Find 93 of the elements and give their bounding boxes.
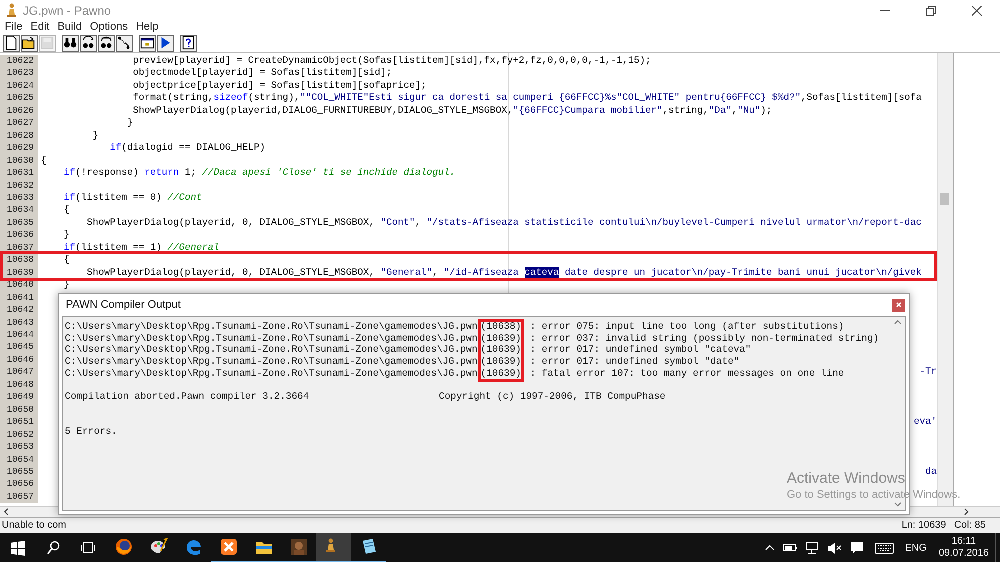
pawn-icon[interactable] xyxy=(316,533,351,562)
clock-time[interactable]: 16:11 xyxy=(952,536,976,548)
line-number: 10629 xyxy=(0,142,38,155)
line-number: 10651 xyxy=(0,416,38,429)
line-number: 10643 xyxy=(0,316,38,329)
line-number: 10642 xyxy=(0,304,38,317)
line-number: 10638 xyxy=(0,254,38,267)
code-line: { xyxy=(41,154,47,168)
scroll-left-icon[interactable] xyxy=(3,508,10,517)
line-number: 10627 xyxy=(0,117,38,130)
menu-item[interactable]: File xyxy=(2,21,26,34)
line-number: 10628 xyxy=(0,130,38,142)
close-button[interactable] xyxy=(892,298,905,312)
code-line: { xyxy=(63,204,70,217)
output-line: C:\Users\mary\Desktop\Rpg.Tsunami-Zone.Ro\Tsunami-Zone\gamemodes\JG.pwn (10639) : fatal error 107: too many error messages on one line xyxy=(65,368,846,380)
line-number: 10644 xyxy=(0,328,38,342)
line-number: 10631 xyxy=(0,167,38,180)
dialog-title: PAWN Compiler Output xyxy=(65,298,181,313)
line-number: 10650 xyxy=(0,404,38,416)
line-number: 10626 xyxy=(0,104,38,118)
activation-title: Activate Windows xyxy=(787,470,906,488)
output-result: 5 Errors. xyxy=(65,426,118,438)
line-number: 10656 xyxy=(0,478,38,491)
code-line: if(!response) return 1; //Daca apesi 'Close' ti se inchide dialogul. xyxy=(63,167,456,180)
menu-item[interactable]: Help xyxy=(133,21,162,34)
menu-item[interactable]: Build xyxy=(54,21,86,34)
line-number: 10653 xyxy=(0,441,38,454)
line-number: 10647 xyxy=(0,366,38,379)
line-number: 10645 xyxy=(0,341,38,354)
pawn-icon xyxy=(6,3,18,18)
output-copyright: Copyright (c) 1997-2006, ITB CompuPhase xyxy=(439,391,666,403)
line-number: 10636 xyxy=(0,229,38,242)
code-line: } xyxy=(92,130,99,142)
code-line: ShowPlayerDialog(playerid, 0, DIALOG_STYLE_MSGBOX, "Cont", "/stats-Afiseaza statisticile contului\n/buylevel-Cumperi nivelul urmator\n/report-dac xyxy=(86,216,922,230)
output-line: C:\Users\mary\Desktop\Rpg.Tsunami-Zone.Ro\Tsunami-Zone\gamemodes\JG.pwn (10638) : error 075: input line too long (after substitutions) xyxy=(65,321,891,333)
cursor-line: Ln: 10639 xyxy=(902,519,946,533)
code-line: format(string,sizeof(string),""COL_WHITE"Esti sigur ca doresti sa cumperi {66FFCC}%s"COL_WHITE" pentru{66FFCC} $%d?",Sofas[listitem][sofa xyxy=(132,92,922,105)
line-number: 10648 xyxy=(0,378,38,392)
code-line: { xyxy=(63,254,70,267)
code-line: if(listitem == 1) //General xyxy=(63,242,220,254)
code-line: eva' xyxy=(914,416,937,429)
help-icon[interactable] xyxy=(180,34,197,52)
code-line: ShowPlayerDialog(playerid,DIALOG_FURNITUREBUY,DIALOG_STYLE_MSGBOX,"{66FFCC}Cumpara mobilier",string,"Da","Nu"); xyxy=(132,104,772,118)
line-number: 10635 xyxy=(0,216,38,230)
close-icon xyxy=(894,301,902,309)
output-line: C:\Users\mary\Desktop\Rpg.Tsunami-Zone.Ro\Tsunami-Zone\gamemodes\JG.pwn (10639) : error 017: undefined symbol "cateva" xyxy=(65,344,752,356)
line-number: 10622 xyxy=(0,55,38,68)
menu-item[interactable]: Edit xyxy=(28,21,53,34)
code-line: da xyxy=(925,466,937,478)
line-number: 10657 xyxy=(0,490,38,504)
open-folder-icon[interactable] xyxy=(21,34,38,52)
new-file-icon[interactable] xyxy=(3,34,20,52)
output-line: C:\Users\mary\Desktop\Rpg.Tsunami-Zone.Ro\Tsunami-Zone\gamemodes\JG.pwn (10639) : error 017: undefined symbol "date" xyxy=(65,356,741,368)
line-number: 10634 xyxy=(0,204,38,217)
code-line: preview[playerid] = CreateDynamicObject(Sofas[listitem][sid],fx,fy+2,fz,0,0,0,0,-1,-1,15); xyxy=(132,55,652,68)
line-number: 10625 xyxy=(0,92,38,105)
line-number: 10624 xyxy=(0,80,38,92)
binoculars-replace-icon[interactable] xyxy=(98,34,115,52)
cursor-column: Col: 85 xyxy=(954,518,986,533)
binoculars-icon[interactable] xyxy=(62,34,79,52)
code-line: ShowPlayerDialog(playerid, 0, DIALOG_STYLE_MSGBOX, "General", "/id-Afiseaza cateva date despre un jucator\n/pay-Trimite bani unui jucator\n/givek xyxy=(86,266,922,280)
close-icon xyxy=(972,6,982,16)
code-line: if(dialogid == DIALOG_HELP) xyxy=(109,142,266,155)
code-line: if(listitem == 0) //Cont xyxy=(63,192,202,204)
output-line: C:\Users\mary\Desktop\Rpg.Tsunami-Zone.Ro\Tsunami-Zone\gamemodes\JG.pwn (10639) : error 037: invalid string (possibly non-terminated string) xyxy=(65,332,880,344)
line-number: 10652 xyxy=(0,428,38,442)
clock-date[interactable]: 09.07.2016 xyxy=(938,548,989,560)
dotted-path-icon[interactable] xyxy=(116,34,133,52)
output-summary: Compilation aborted.Pawn compiler 3.2.3664 xyxy=(65,391,310,403)
language-indicator[interactable]: ENG xyxy=(899,540,933,556)
scroll-down-icon[interactable] xyxy=(894,501,902,508)
line-number: 10655 xyxy=(0,466,38,478)
line-number: 10623 xyxy=(0,67,38,80)
status-message: Unable to com xyxy=(1,519,66,533)
line-number: 10646 xyxy=(0,354,38,366)
line-number: 10632 xyxy=(0,180,38,192)
menu-item[interactable]: Options xyxy=(87,21,132,34)
code-line: objectprice[playerid] = Sofas[listitem][sofaprice]; xyxy=(132,80,427,92)
line-number: 10649 xyxy=(0,391,38,404)
line-number: 10633 xyxy=(0,192,38,204)
restore-icon xyxy=(926,6,936,16)
code-line: -Tr xyxy=(920,366,937,379)
window-icon[interactable] xyxy=(139,34,156,52)
code-line: } xyxy=(63,229,70,242)
line-number: 10641 xyxy=(0,292,38,304)
line-number: 10654 xyxy=(0,454,38,466)
line-number: 10630 xyxy=(0,154,38,168)
window-title: JG.pwn - Pawno xyxy=(23,2,112,20)
scroll-right-icon[interactable] xyxy=(963,508,970,517)
code-line: objectmodel[playerid] = Sofas[listitem][sid]; xyxy=(132,67,392,80)
play-icon[interactable] xyxy=(157,34,174,52)
code-line: } xyxy=(126,117,134,130)
scroll-up-icon[interactable] xyxy=(894,319,902,326)
